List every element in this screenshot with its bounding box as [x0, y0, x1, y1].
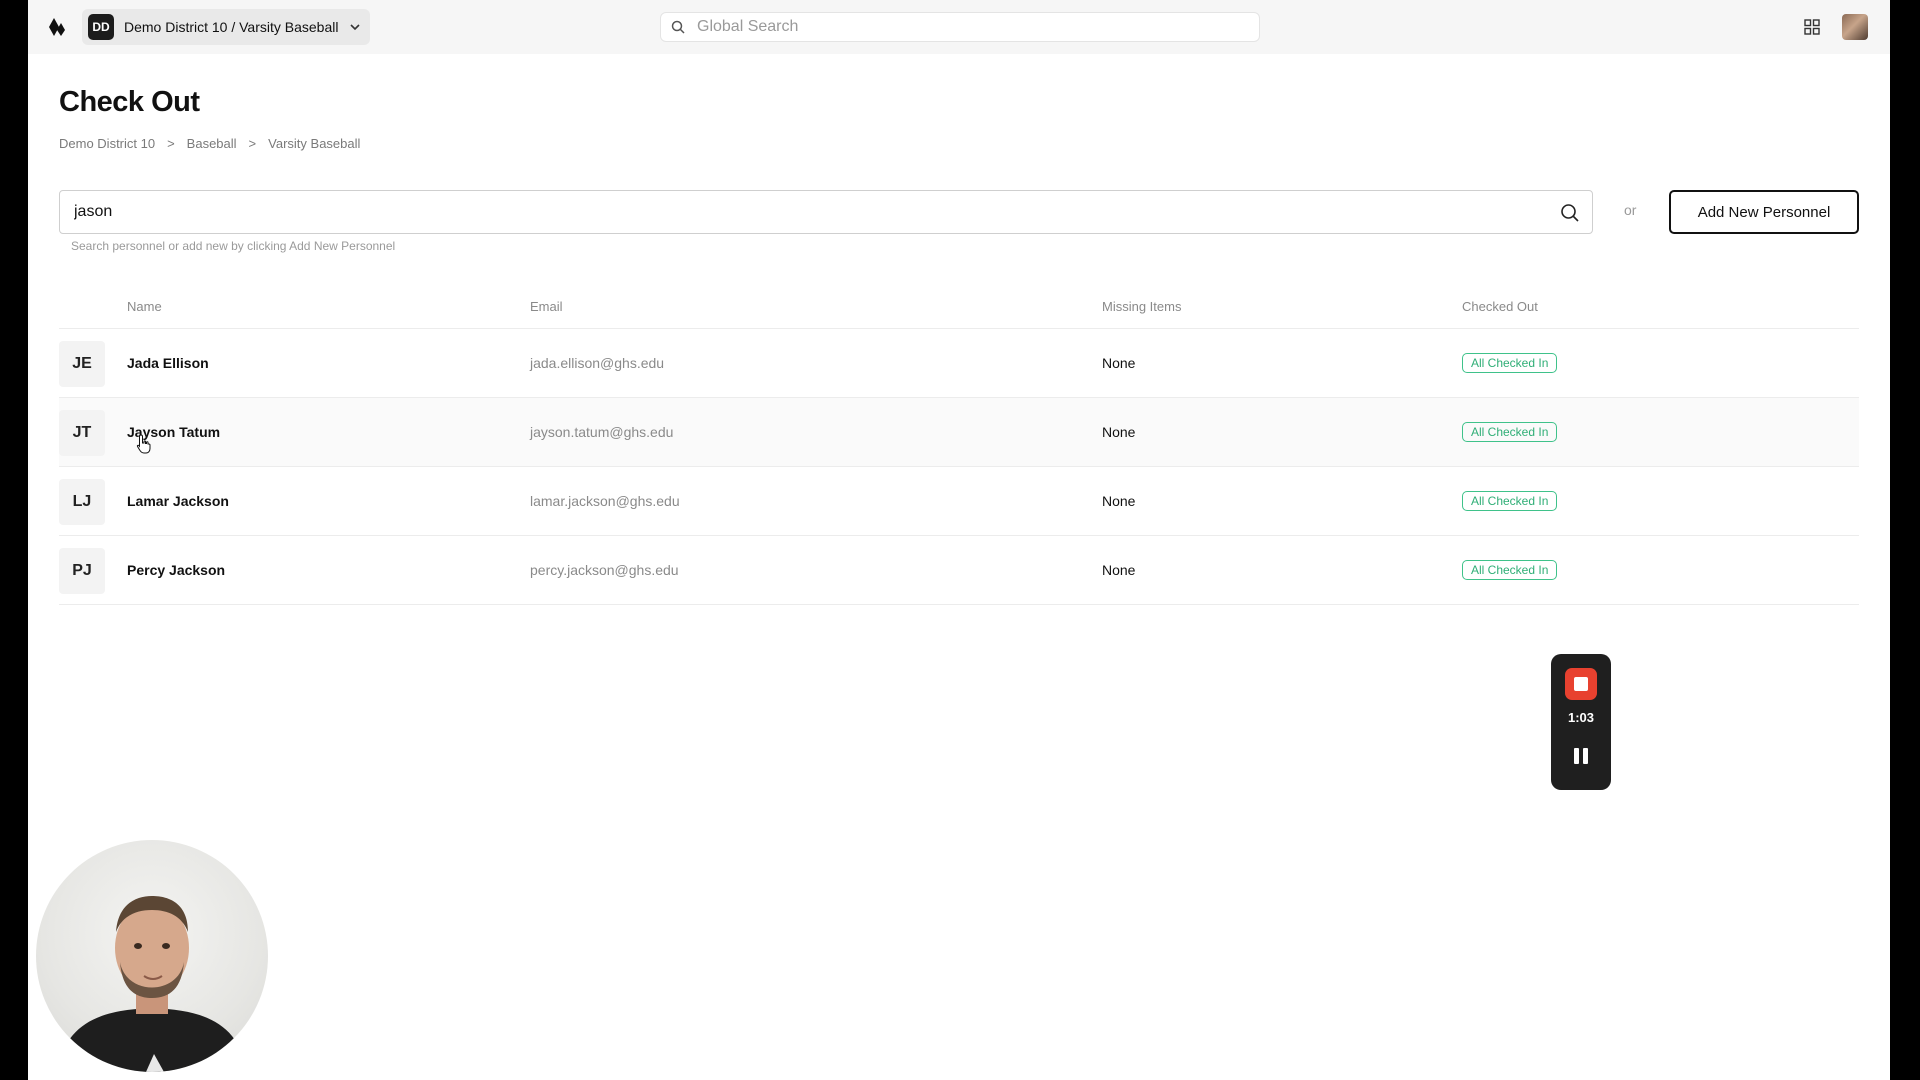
personnel-email: jayson.tatum@ghs.edu — [530, 424, 674, 440]
header-email[interactable]: Email — [530, 299, 563, 314]
personnel-name: Jada Ellison — [127, 355, 209, 371]
missing-items: None — [1102, 355, 1136, 371]
missing-items: None — [1102, 493, 1136, 509]
add-new-personnel-button[interactable]: Add New Personnel — [1669, 190, 1859, 234]
top-bar: DD Demo District 10 / Varsity Baseball — [28, 0, 1890, 54]
table-row[interactable]: LJ Lamar Jackson lamar.jackson@ghs.edu N… — [59, 467, 1859, 536]
missing-items: None — [1102, 562, 1136, 578]
app-window: DD Demo District 10 / Varsity Baseball C… — [28, 0, 1890, 1080]
org-switcher[interactable]: DD Demo District 10 / Varsity Baseball — [82, 9, 370, 45]
avatar-initials: JT — [59, 410, 105, 456]
global-search-input[interactable] — [695, 17, 1239, 37]
avatar-initials: JE — [59, 341, 105, 387]
webcam-bubble[interactable] — [36, 840, 268, 1072]
breadcrumb-separator: > — [248, 136, 257, 151]
stop-icon — [1574, 677, 1588, 691]
breadcrumb-sport[interactable]: Baseball — [187, 136, 237, 151]
status-badge: All Checked In — [1462, 491, 1558, 511]
grid-icon[interactable] — [1804, 19, 1820, 35]
personnel-email: percy.jackson@ghs.edu — [530, 562, 679, 578]
status-badge: All Checked In — [1462, 422, 1558, 442]
header-missing-items[interactable]: Missing Items — [1102, 299, 1181, 314]
global-search — [660, 12, 1260, 42]
chevron-down-icon — [350, 24, 360, 31]
breadcrumb-team[interactable]: Varsity Baseball — [268, 136, 360, 151]
breadcrumb: Demo District 10 > Baseball > Varsity Ba… — [59, 136, 360, 151]
personnel-email: jada.ellison@ghs.edu — [530, 355, 665, 371]
org-badge: DD — [88, 14, 114, 40]
table-row[interactable]: JE Jada Ellison jada.ellison@ghs.edu Non… — [59, 329, 1859, 398]
personnel-name: Lamar Jackson — [127, 493, 229, 509]
pause-icon[interactable] — [1570, 745, 1592, 767]
avatar-initials: PJ — [59, 548, 105, 594]
page-title: Check Out — [59, 86, 200, 118]
personnel-name: Jayson Tatum — [127, 424, 221, 440]
logo-icon[interactable] — [46, 16, 68, 38]
search-icon — [671, 20, 685, 34]
breadcrumb-separator: > — [167, 136, 175, 151]
personnel-search — [59, 190, 1593, 234]
table-row[interactable]: PJ Percy Jackson percy.jackson@ghs.edu N… — [59, 536, 1859, 605]
header-checked-out[interactable]: Checked Out — [1462, 299, 1538, 314]
search-icon[interactable] — [1560, 203, 1580, 223]
status-badge: All Checked In — [1462, 353, 1558, 373]
status-badge: All Checked In — [1462, 560, 1558, 580]
webcam-person — [56, 896, 248, 1072]
recording-timer: 1:03 — [1567, 710, 1595, 725]
personnel-name: Percy Jackson — [127, 562, 226, 578]
personnel-email: lamar.jackson@ghs.edu — [530, 493, 680, 509]
table-row[interactable]: JT Jayson Tatum jayson.tatum@ghs.edu Non… — [59, 398, 1859, 467]
search-helper-text: Search personnel or add new by clicking … — [71, 239, 396, 253]
or-label: or — [1624, 202, 1637, 218]
breadcrumb-district[interactable]: Demo District 10 — [59, 136, 155, 151]
org-name: Demo District 10 / Varsity Baseball — [124, 19, 339, 35]
user-avatar[interactable] — [1842, 14, 1868, 40]
stop-recording-button[interactable] — [1565, 668, 1597, 700]
screen-recorder: 1:03 — [1551, 654, 1611, 790]
header-name[interactable]: Name — [127, 299, 162, 314]
missing-items: None — [1102, 424, 1136, 440]
table-header: Name Email Missing Items Checked Out — [59, 290, 1859, 329]
personnel-search-input[interactable] — [72, 202, 1536, 222]
personnel-table: Name Email Missing Items Checked Out JE … — [59, 290, 1859, 605]
avatar-initials: LJ — [59, 479, 105, 525]
